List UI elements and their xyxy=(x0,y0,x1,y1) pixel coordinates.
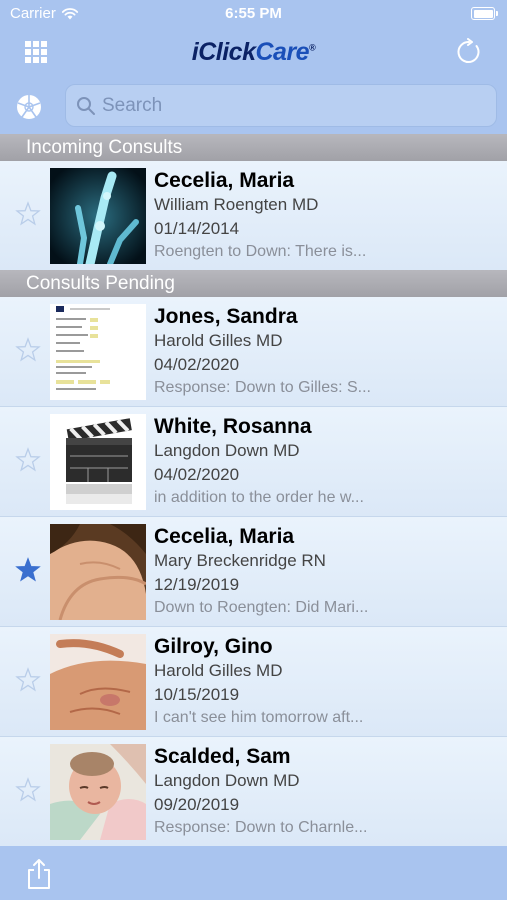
consult-date: 01/14/2014 xyxy=(154,219,240,238)
star-outline-icon[interactable] xyxy=(15,447,41,473)
consult-author: Langdon Down MD xyxy=(154,441,300,460)
star-filled-icon[interactable] xyxy=(15,557,41,583)
star-outline-icon[interactable] xyxy=(15,667,41,693)
refresh-icon[interactable] xyxy=(455,38,483,66)
xray-hand-image xyxy=(50,168,146,264)
consult-row[interactable]: Jones, Sandra Harold Gilles MD 04/02/202… xyxy=(0,297,507,407)
search-icon xyxy=(77,97,95,115)
status-bar: Carrier 6:55 PM xyxy=(0,0,507,28)
patient-name: Cecelia, Maria xyxy=(154,169,295,192)
consult-preview: Down to Roengten: Did Mari... xyxy=(154,599,369,616)
consult-author: Langdon Down MD xyxy=(154,771,300,790)
consult-preview: Response: Down to Charnle... xyxy=(154,819,368,836)
consult-row[interactable]: Gilroy, Gino Harold Gilles MD 10/15/2019… xyxy=(0,627,507,737)
patient-name: White, Rosanna xyxy=(154,415,312,438)
consult-author: William Roengten MD xyxy=(154,195,319,214)
consult-row[interactable]: White, Rosanna Langdon Down MD 04/02/202… xyxy=(0,407,507,517)
consult-preview: Roengten to Down: There is... xyxy=(154,243,367,260)
bottom-toolbar xyxy=(0,846,507,900)
consult-date: 04/02/2020 xyxy=(154,465,240,484)
consult-author: Mary Breckenridge RN xyxy=(154,551,326,570)
baby-photo-image xyxy=(50,744,146,840)
network-logo-icon[interactable] xyxy=(16,94,42,120)
star-outline-icon[interactable] xyxy=(15,201,41,227)
clapperboard-video-image xyxy=(50,414,146,510)
hand-photo-image xyxy=(50,524,146,620)
status-time: 6:55 PM xyxy=(225,5,282,22)
consult-preview: Response: Down to Gilles: S... xyxy=(154,379,371,396)
consult-preview: I can't see him tomorrow aft... xyxy=(154,709,364,726)
consult-preview: in addition to the order he w... xyxy=(154,489,364,506)
search-input[interactable] xyxy=(102,93,486,119)
consult-date: 09/20/2019 xyxy=(154,795,240,814)
patient-name: Jones, Sandra xyxy=(154,305,298,328)
search-row xyxy=(0,78,507,134)
consult-date: 10/15/2019 xyxy=(154,685,240,704)
consult-author: Harold Gilles MD xyxy=(154,331,283,350)
star-outline-icon[interactable] xyxy=(15,777,41,803)
consult-row[interactable]: Scalded, Sam Langdon Down MD 09/20/2019 … xyxy=(0,737,507,847)
patient-name: Cecelia, Maria xyxy=(154,525,295,548)
share-icon[interactable] xyxy=(26,858,52,890)
app-logo: iClickCare® xyxy=(191,38,316,66)
hand-photo-image xyxy=(50,634,146,730)
patient-name: Scalded, Sam xyxy=(154,745,291,768)
section-header-pending: Consults Pending xyxy=(0,270,507,297)
consult-row[interactable]: Cecelia, Maria William Roengten MD 01/14… xyxy=(0,161,507,271)
battery-icon xyxy=(471,7,498,20)
search-field[interactable] xyxy=(65,84,497,127)
consult-date: 12/19/2019 xyxy=(154,575,240,594)
patient-name: Gilroy, Gino xyxy=(154,635,273,658)
document-form-image xyxy=(50,304,146,400)
section-header-incoming: Incoming Consults xyxy=(0,134,507,161)
consult-author: Harold Gilles MD xyxy=(154,661,283,680)
star-outline-icon[interactable] xyxy=(15,337,41,363)
consult-date: 04/02/2020 xyxy=(154,355,240,374)
consult-row[interactable]: Cecelia, Maria Mary Breckenridge RN 12/1… xyxy=(0,517,507,627)
nav-bar: iClickCare® xyxy=(0,28,507,78)
